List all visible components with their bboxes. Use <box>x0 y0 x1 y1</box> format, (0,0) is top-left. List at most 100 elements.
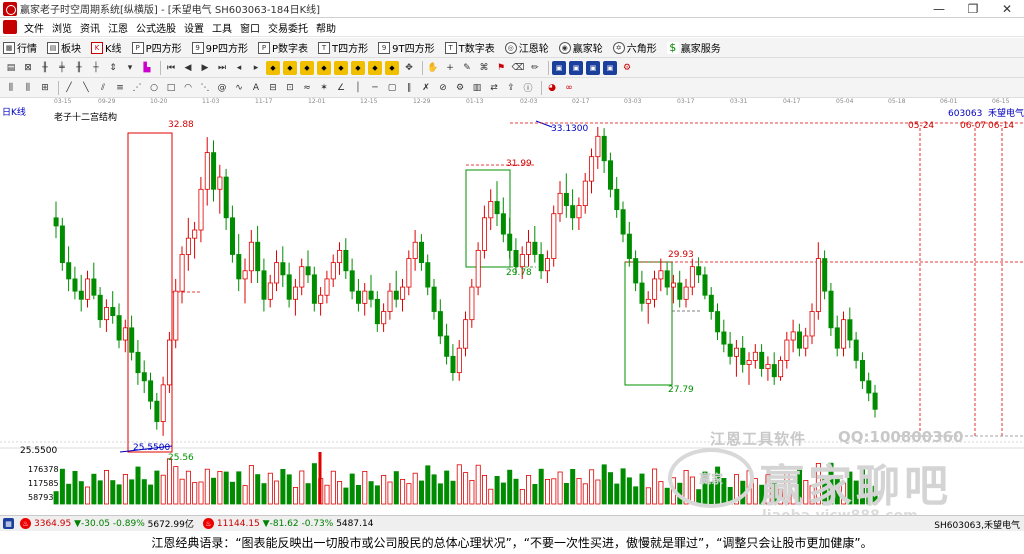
rect-icon[interactable]: □ <box>164 81 178 95</box>
draw-icon[interactable]: ✏ <box>528 61 542 75</box>
diamond7-icon[interactable]: ◆ <box>368 60 382 75</box>
menu-info[interactable]: 资讯 <box>76 20 104 35</box>
menu-browse[interactable]: 浏览 <box>48 20 76 35</box>
grid2-icon[interactable]: ⊞ <box>38 81 52 95</box>
hline-icon[interactable]: ─ <box>368 81 382 95</box>
bars-icon[interactable]: ⫼ <box>4 81 18 95</box>
first-icon[interactable]: ⏮ <box>164 61 178 75</box>
flag-icon[interactable]: ⚑ <box>494 61 508 75</box>
window1-icon[interactable]: ▣ <box>552 60 566 75</box>
arrow-up-down-icon[interactable]: ⇕ <box>106 61 120 75</box>
right-icon[interactable]: ▸ <box>249 61 263 75</box>
sz-index-group[interactable]: ♨ 11144.15 ▼-81.62 -0.73% 5487.14 <box>200 518 373 529</box>
bars2-icon[interactable]: ⫼ <box>21 81 35 95</box>
ohlc-icon[interactable]: ┼ <box>89 61 103 75</box>
diamond5-icon[interactable]: ◆ <box>334 60 348 75</box>
color-wheel-icon[interactable]: ◕ <box>545 81 559 95</box>
candle3-icon[interactable]: ╫ <box>72 61 86 75</box>
line-icon[interactable]: ╱ <box>62 81 76 95</box>
menu-help[interactable]: 帮助 <box>312 20 340 35</box>
candle-body <box>608 160 614 190</box>
settings-icon[interactable]: ⚙ <box>453 81 467 95</box>
volume-bar <box>608 472 614 505</box>
candle2-icon[interactable]: ╪ <box>55 61 69 75</box>
circle-icon[interactable]: ○ <box>147 81 161 95</box>
window3-icon[interactable]: ▣ <box>586 60 600 75</box>
tag-icon[interactable]: ⌘ <box>477 61 491 75</box>
minimize-button[interactable]: — <box>922 0 956 18</box>
toolbar-psquare-button[interactable]: P P四方形 <box>129 40 182 55</box>
infinity-icon[interactable]: ∞ <box>562 81 576 95</box>
box-icon[interactable]: ⊡ <box>283 81 297 95</box>
compare-icon[interactable]: ⇄ <box>487 81 501 95</box>
info-icon[interactable]: ⓘ <box>521 81 535 95</box>
delete-icon[interactable]: ✗ <box>419 81 433 95</box>
toolbar-ptable-button[interactable]: P P数字表 <box>255 40 308 55</box>
angle-icon[interactable]: ∠ <box>334 81 348 95</box>
last-icon[interactable]: ⏭ <box>215 61 229 75</box>
toolbar-winnerwheel-button[interactable]: ◉ 赢家轮 <box>556 40 603 55</box>
candle-icon[interactable]: ╫ <box>38 61 52 75</box>
color-icon[interactable]: ▙ <box>140 61 154 75</box>
menu-tools[interactable]: 工具 <box>208 20 236 35</box>
dropdown-icon[interactable]: ▾ <box>123 61 137 75</box>
cross-icon[interactable]: ✥ <box>402 61 416 75</box>
toolbar-9psquare-button[interactable]: 9 9P四方形 <box>189 40 248 55</box>
spiral-icon[interactable]: @ <box>215 81 229 95</box>
maximize-button[interactable]: ❐ <box>956 0 990 18</box>
toolbar-hexagon-button[interactable]: ✡ 六角形 <box>610 40 657 55</box>
cycle-icon[interactable]: ∿ <box>232 81 246 95</box>
window4-icon[interactable]: ▣ <box>603 60 617 75</box>
diamond6-icon[interactable]: ◆ <box>351 60 365 75</box>
menu-gann[interactable]: 江恩 <box>104 20 132 35</box>
toolbar-9tsquare-button[interactable]: 9 9T四方形 <box>375 40 435 55</box>
toolbar-kline-button[interactable]: K K线 <box>88 40 122 55</box>
square-icon[interactable]: ▢ <box>385 81 399 95</box>
diamond8-icon[interactable]: ◆ <box>385 60 399 75</box>
hand-icon[interactable]: ✋ <box>426 61 440 75</box>
toolbar-ttable-button[interactable]: T T数字表 <box>442 40 495 55</box>
star-icon[interactable]: ✶ <box>317 81 331 95</box>
close-button[interactable]: ✕ <box>990 0 1024 18</box>
ruler-icon[interactable]: ⊟ <box>266 81 280 95</box>
menu-formula[interactable]: 公式选股 <box>132 20 180 35</box>
wave-icon[interactable]: ≈ <box>300 81 314 95</box>
menu-trade[interactable]: 交易委托 <box>264 20 312 35</box>
vline-icon[interactable]: │ <box>351 81 365 95</box>
channel-icon[interactable]: ⫽ <box>96 81 110 95</box>
fan-icon[interactable]: ⋰ <box>130 81 144 95</box>
toolbar-blocks-button[interactable]: ▤ 板块 <box>44 40 81 55</box>
sh-index-group[interactable]: ▦ ♨ 3364.95 ▼-30.05 -0.89% 5672.99亿 <box>0 517 194 530</box>
menu-settings[interactable]: 设置 <box>180 20 208 35</box>
ray-icon[interactable]: ╲ <box>79 81 93 95</box>
gann-fan-icon[interactable]: ⋱ <box>198 81 212 95</box>
link-icon[interactable]: ⚙ <box>620 61 634 75</box>
period-select-icon[interactable]: ▤ <box>4 61 18 75</box>
chart-icon[interactable]: ▥ <box>470 81 484 95</box>
diamond2-icon[interactable]: ◆ <box>283 60 297 75</box>
toolbar-gannwheel-button[interactable]: ◎ 江恩轮 <box>502 40 549 55</box>
fib-icon[interactable]: ≡ <box>113 81 127 95</box>
left-icon[interactable]: ◂ <box>232 61 246 75</box>
parallel-icon[interactable]: ∥ <box>402 81 416 95</box>
crosshair-icon[interactable]: + <box>443 61 457 75</box>
zoom-icon[interactable]: ⊠ <box>21 61 35 75</box>
next-icon[interactable]: ▶ <box>198 61 212 75</box>
toolbar-quotes-button[interactable]: ▦ 行情 <box>0 40 37 55</box>
lock-icon[interactable]: ⊘ <box>436 81 450 95</box>
toolbar-tsquare-button[interactable]: T T四方形 <box>315 40 368 55</box>
arc-icon[interactable]: ◠ <box>181 81 195 95</box>
menu-file[interactable]: 文件 <box>20 20 48 35</box>
menu-window[interactable]: 窗口 <box>236 20 264 35</box>
toolbar-service-button[interactable]: $ 赢家服务 <box>664 40 721 55</box>
text-icon[interactable]: A <box>249 81 263 95</box>
export-icon[interactable]: ⇪ <box>504 81 518 95</box>
window2-icon[interactable]: ▣ <box>569 60 583 75</box>
candle-body <box>866 380 872 394</box>
diamond3-icon[interactable]: ◆ <box>300 60 314 75</box>
pen-icon[interactable]: ✎ <box>460 61 474 75</box>
diamond4-icon[interactable]: ◆ <box>317 60 331 75</box>
diamond1-icon[interactable]: ◆ <box>266 60 280 75</box>
prev-icon[interactable]: ◀ <box>181 61 195 75</box>
eraser-icon[interactable]: ⌫ <box>511 61 525 75</box>
